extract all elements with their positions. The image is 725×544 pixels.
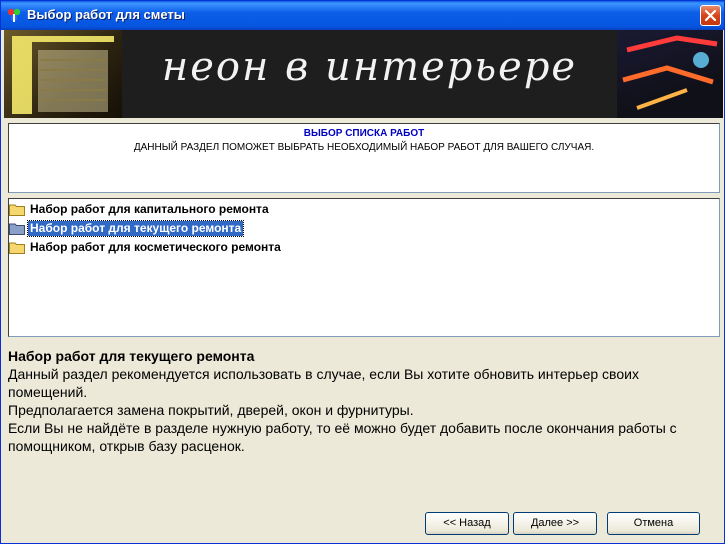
info-heading: ВЫБОР СПИСКА РАБОТ <box>303 128 425 139</box>
work-set-tree[interactable]: Набор работ для капитального ремонта Наб… <box>8 198 720 337</box>
tree-item-label: Набор работ для текущего ремонта <box>26 220 245 237</box>
tree-item-capital-repair[interactable]: Набор работ для капитального ремонта <box>9 201 271 218</box>
description-panel: Набор работ для текущего ремонта Данный … <box>8 347 718 455</box>
app-icon <box>7 8 21 22</box>
folder-selected-icon <box>9 223 25 235</box>
banner: неон в интерьере <box>4 30 723 118</box>
title-bar[interactable]: Выбор работ для сметы <box>1 1 724 30</box>
close-button[interactable] <box>700 5 721 26</box>
tree-item-current-repair[interactable]: Набор работ для текущего ремонта <box>9 220 245 237</box>
folder-icon <box>9 204 25 216</box>
description-title: Набор работ для текущего ремонта <box>8 348 255 364</box>
dialog-window: Выбор работ для сметы неон в интерьере В… <box>0 0 725 544</box>
window-title: Выбор работ для сметы <box>27 7 185 22</box>
description-paragraph: Данный раздел рекомендуется использовать… <box>8 366 639 400</box>
tree-item-cosmetic-repair[interactable]: Набор работ для косметического ремонта <box>9 239 283 256</box>
description-paragraph: Предполагается замена покрытий, дверей, … <box>8 402 414 418</box>
tree-item-label: Набор работ для капитального ремонта <box>30 202 269 216</box>
tree-item-label: Набор работ для косметического ремонта <box>30 240 281 254</box>
folder-icon <box>9 242 25 254</box>
cancel-button[interactable]: Отмена <box>607 512 700 535</box>
info-panel: ВЫБОР СПИСКА РАБОТ ДАННЫЙ РАЗДЕЛ ПОМОЖЕТ… <box>8 123 720 193</box>
next-button[interactable]: Далее >> <box>513 512 597 535</box>
info-text: ДАННЫЙ РАЗДЕЛ ПОМОЖЕТ ВЫБРАТЬ НЕОБХОДИМЫ… <box>133 142 595 153</box>
back-button[interactable]: << Назад <box>425 512 509 535</box>
banner-title: неон в интерьере <box>161 44 578 90</box>
banner-image-left <box>4 30 122 118</box>
close-icon <box>704 9 717 22</box>
description-paragraph: Если Вы не найдёте в разделе нужную рабо… <box>8 420 677 454</box>
banner-image-right <box>617 30 723 118</box>
